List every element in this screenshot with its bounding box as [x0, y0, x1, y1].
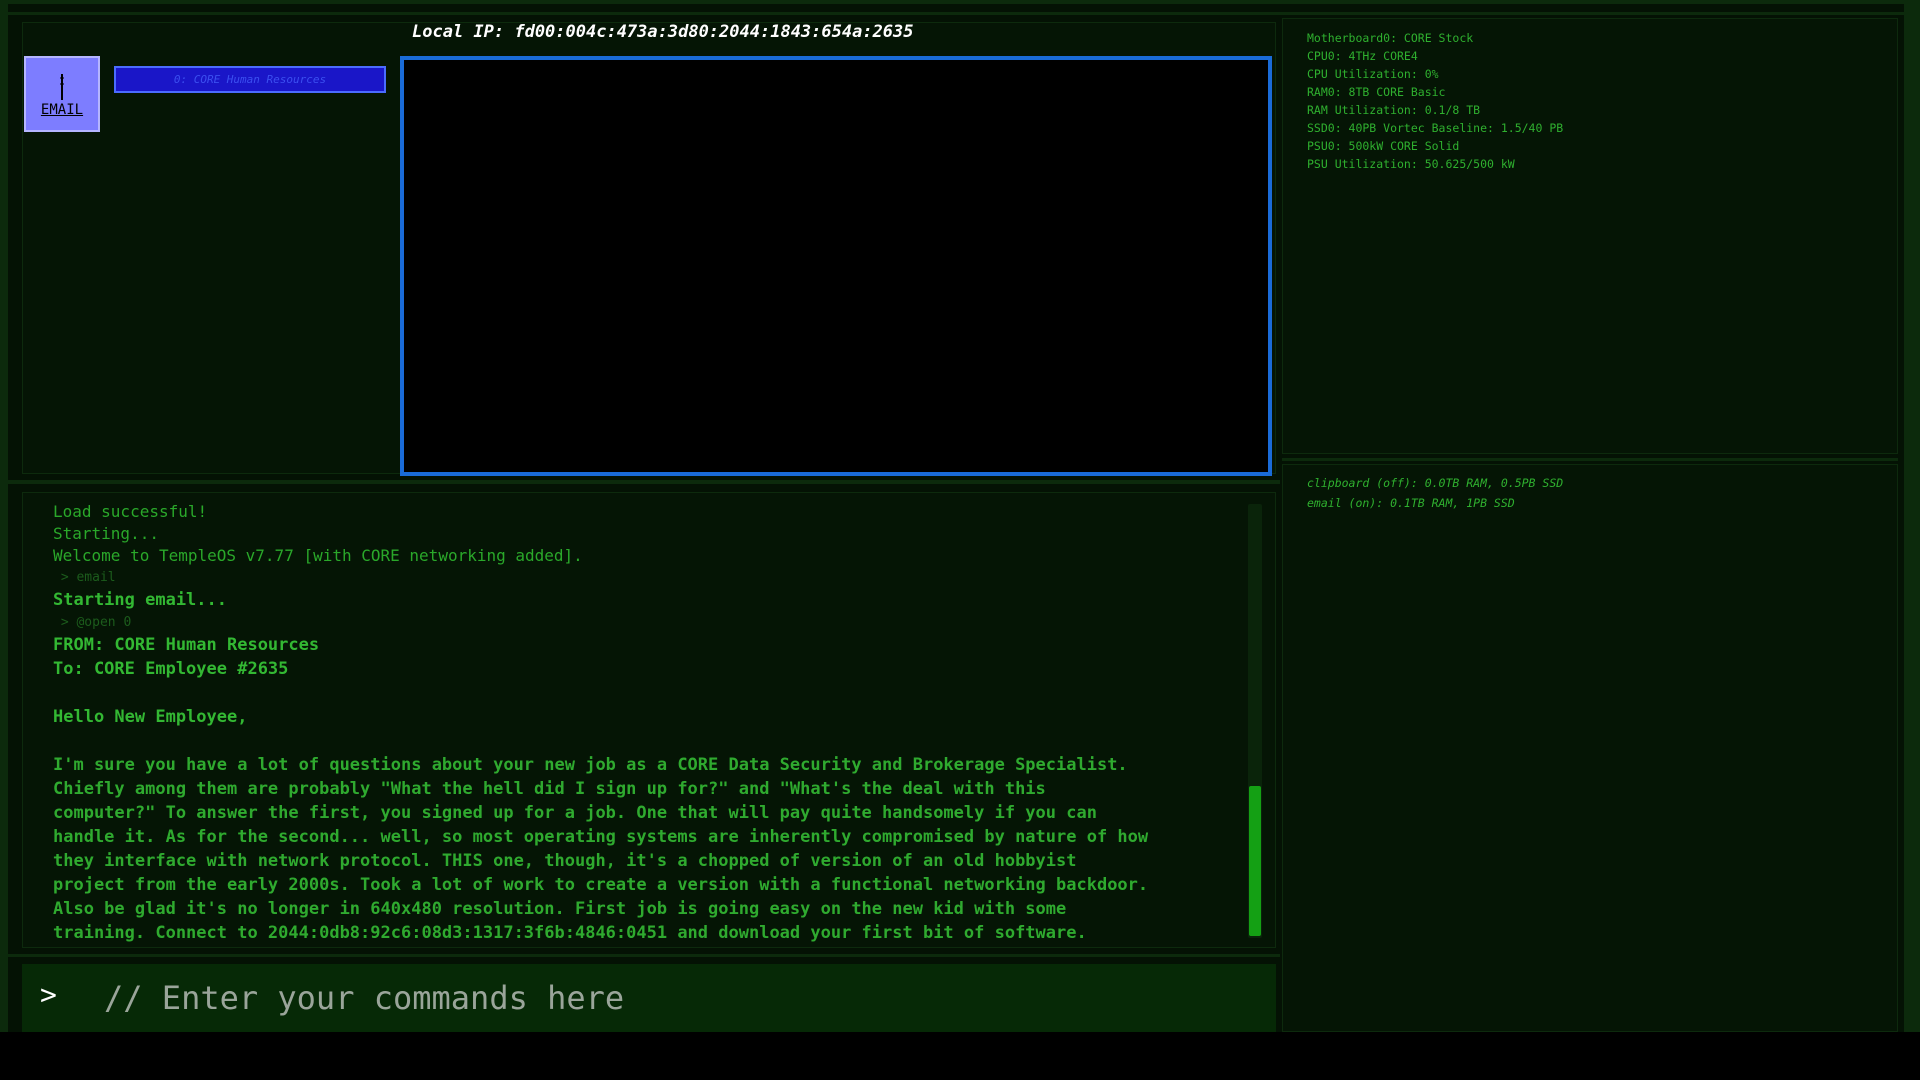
- console-panel: Load successful! Starting... Welcome to …: [22, 492, 1276, 948]
- noise-bar: [0, 12, 1920, 15]
- hardware-line: PSU Utilization: 50.625/500 kW: [1307, 157, 1515, 171]
- hardware-info-panel: Motherboard0: CORE Stock CPU0: 4THz CORE…: [1282, 18, 1898, 454]
- console-spacer: [53, 681, 1243, 705]
- local-ip-label: Local IP: fd00:004c:473a:3d80:2044:1843:…: [412, 22, 914, 42]
- hardware-line: SSD0: 40PB Vortec Baseline: 1.5/40 PB: [1307, 121, 1564, 135]
- hardware-list: Motherboard0: CORE Stock CPU0: 4THz CORE…: [1307, 29, 1563, 173]
- process-list: clipboard (off): 0.0TB RAM, 0.5PB SSD em…: [1307, 473, 1563, 513]
- bottom-bar: [0, 1032, 1920, 1080]
- console-line: Welcome to TempleOS v7.77 [with CORE net…: [53, 546, 583, 565]
- desktop-screen: Local IP: fd00:004c:473a:3d80:2044:1843:…: [0, 0, 1920, 1032]
- process-list-panel: clipboard (off): 0.0TB RAM, 0.5PB SSD em…: [1282, 464, 1898, 1032]
- hardware-line: CPU0: 4THz CORE4: [1307, 49, 1418, 63]
- hardware-line: CPU Utilization: 0%: [1307, 67, 1439, 81]
- email-app-icon[interactable]: EMAIL: [24, 56, 100, 132]
- noise-bar: [0, 0, 8, 1032]
- command-input[interactable]: [102, 974, 1256, 1022]
- console-line: Load successful!: [53, 502, 208, 521]
- process-item-clipboard[interactable]: clipboard (off): 0.0TB RAM, 0.5PB SSD: [1307, 473, 1563, 493]
- noise-bar: [1904, 0, 1920, 1032]
- hardware-line: PSU0: 500kW CORE Solid: [1307, 139, 1460, 153]
- command-bar: >: [22, 964, 1276, 1032]
- noise-bar: [0, 0, 1920, 4]
- console-command-echo: > @open 0: [53, 615, 132, 630]
- email-list-item[interactable]: 0: CORE Human Resources: [114, 66, 386, 93]
- console-line: Starting email...: [53, 590, 227, 610]
- noise-bar: [1282, 458, 1898, 461]
- email-from-line: FROM: CORE Human Resources: [53, 635, 320, 655]
- email-body: I'm sure you have a lot of questions abo…: [53, 755, 1149, 943]
- command-prompt: >: [40, 978, 57, 1011]
- process-item-email[interactable]: email (on): 0.1TB RAM, 1PB SSD: [1307, 493, 1563, 513]
- remote-display-viewport: [400, 56, 1272, 476]
- hardware-line: Motherboard0: CORE Stock: [1307, 31, 1474, 45]
- hardware-line: RAM0: 8TB CORE Basic: [1307, 85, 1446, 99]
- console-output: Load successful! Starting... Welcome to …: [53, 501, 1243, 945]
- email-icon-label: EMAIL: [40, 102, 84, 118]
- envelope-icon: [60, 74, 64, 100]
- noise-bar: [0, 954, 1280, 957]
- console-line: Starting...: [53, 524, 159, 543]
- email-to-line: To: CORE Employee #2635: [53, 659, 289, 679]
- noise-bar: [0, 480, 1280, 484]
- console-spacer: [53, 729, 1243, 753]
- email-greeting: Hello New Employee,: [53, 707, 248, 727]
- hardware-line: RAM Utilization: 0.1/8 TB: [1307, 103, 1481, 117]
- console-command-echo: > email: [53, 570, 116, 585]
- console-scrollbar-thumb[interactable]: [1249, 786, 1261, 936]
